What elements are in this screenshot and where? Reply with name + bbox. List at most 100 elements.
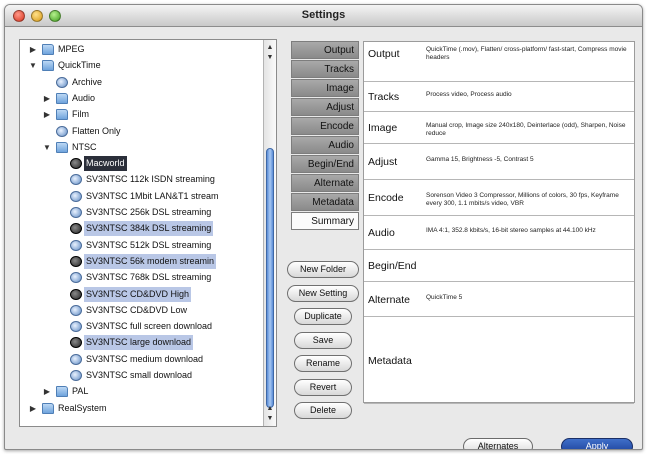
action-buttons: New Folder New Setting Duplicate Save Re…	[287, 261, 359, 426]
folder-icon	[56, 386, 68, 398]
tab-image[interactable]: Image	[291, 79, 359, 97]
tree-setting-row[interactable]: SV3NTSC medium download	[20, 352, 262, 367]
apply-button[interactable]: Apply	[561, 438, 633, 449]
setting-icon	[70, 353, 82, 365]
tab-metadata[interactable]: Metadata	[291, 193, 359, 211]
folder-icon	[42, 44, 54, 55]
tree-setting-row[interactable]: SV3NTSC CD&DVD Low	[20, 303, 262, 318]
tab-tracks[interactable]: Tracks	[291, 60, 359, 78]
summary-row-encode: Encode Sorenson Video 3 Compressor, Milli…	[364, 180, 634, 216]
setting-icon	[70, 321, 82, 333]
tree-setting-row[interactable]: Archive	[20, 75, 262, 90]
tree-item-label: SV3NTSC large download	[84, 335, 194, 351]
summary-value: Manual crop, Image size 240x180, Deinter…	[426, 122, 626, 137]
tree-setting-row[interactable]: SV3NTSC full screen download	[20, 319, 262, 334]
setting-icon	[70, 304, 82, 316]
revert-button[interactable]: Revert	[294, 378, 352, 396]
disclosure-open-icon[interactable]: ▼	[42, 140, 52, 155]
summary-value: QuickTime 5	[426, 293, 463, 301]
setting-icon	[70, 207, 82, 218]
summary-row-audio: Audio IMA 4:1, 352.8 kbits/s, 16-bit ster…	[364, 216, 634, 250]
delete-button[interactable]: Delete	[294, 402, 352, 419]
tree-item-label: SV3NTSC small download	[86, 370, 193, 380]
tree-folder-row[interactable]: ▶ Audio	[20, 91, 262, 106]
tree-setting-row[interactable]: SV3NTSC 112k ISDN streaming	[20, 172, 262, 187]
tree-item-label: SV3NTSC 56k modem streamin	[84, 253, 217, 269]
tab-summary[interactable]: Summary	[291, 212, 359, 230]
tree-setting-row[interactable]: SV3NTSC CD&DVD High	[20, 286, 262, 302]
disclosure-closed-icon[interactable]: ▶	[42, 91, 52, 106]
alternates-button[interactable]: Alternates	[463, 438, 533, 449]
disclosure-closed-icon[interactable]: ▶	[28, 401, 38, 416]
tree-item-label: MPEG	[58, 44, 85, 54]
disclosure-closed-icon[interactable]: ▶	[42, 107, 52, 122]
setting-icon	[56, 76, 68, 88]
setting-icon	[70, 288, 82, 300]
tree-setting-row[interactable]: SV3NTSC 384k DSL streaming	[20, 221, 262, 237]
disclosure-open-icon[interactable]: ▼	[28, 58, 38, 73]
folder-icon	[56, 141, 68, 153]
setting-icon	[70, 272, 82, 284]
scroll-thumb[interactable]	[266, 148, 274, 408]
tree-item-label: Archive	[72, 76, 103, 87]
tree-scrollbar[interactable]: ▲ ▼ ▲ ▼	[263, 40, 276, 426]
scroll-down-arrow-bottom-icon[interactable]: ▼	[264, 413, 276, 424]
tree-setting-row[interactable]: SV3NTSC 256k DSL streaming	[20, 205, 262, 220]
summary-row-tracks: Tracks Process video, Process audio	[364, 82, 634, 112]
tree-item-label: Film	[72, 109, 89, 120]
summary-key: Output	[368, 48, 400, 60]
tree-item-label: SV3NTSC 256k DSL streaming	[86, 207, 212, 217]
tree-folder-row[interactable]: ▶ PAL	[20, 384, 262, 399]
tab-beginend[interactable]: Begin/End	[291, 155, 359, 173]
new-folder-button[interactable]: New Folder	[287, 261, 359, 278]
tab-encode[interactable]: Encode	[291, 117, 359, 135]
title-bar: Settings	[5, 5, 642, 27]
tab-audio[interactable]: Audio	[291, 136, 359, 154]
summary-panel: Output QuickTime (.mov), Flatten/ cross-p…	[363, 41, 635, 404]
setting-icon	[56, 125, 68, 137]
tree-item-label: SV3NTSC 768k DSL streaming	[86, 272, 212, 283]
settings-tree[interactable]: ▶ MPEG ▼ QuickTime Archive ▶ Audio ▶ Film Flatten…	[19, 39, 277, 427]
disclosure-closed-icon[interactable]: ▶	[42, 384, 52, 399]
tree-setting-row[interactable]: SV3NTSC 1Mbit LAN&T1 stream	[20, 189, 262, 204]
disclosure-closed-icon[interactable]: ▶	[28, 42, 38, 57]
tree-item-label: SV3NTSC CD&DVD Low	[86, 304, 188, 315]
summary-key: Begin/End	[368, 260, 417, 272]
folder-icon	[42, 402, 54, 414]
scroll-down-arrow-icon[interactable]: ▼	[264, 52, 276, 63]
new-setting-button[interactable]: New Setting	[287, 284, 359, 302]
tab-alternate[interactable]: Alternate	[291, 174, 359, 192]
summary-key: Adjust	[368, 156, 398, 168]
tree-setting-row[interactable]: SV3NTSC 56k modem streamin	[20, 253, 262, 269]
rename-button[interactable]: Rename	[294, 355, 352, 372]
duplicate-button[interactable]: Duplicate	[294, 308, 352, 325]
tree-setting-row[interactable]: SV3NTSC 768k DSL streaming	[20, 270, 262, 285]
setting-icon	[70, 174, 82, 186]
tree-item-label: SV3NTSC 512k DSL streaming	[86, 239, 212, 250]
tree-setting-row[interactable]: Macworld	[20, 156, 262, 172]
setting-icon	[70, 370, 82, 381]
tree-setting-row[interactable]: SV3NTSC small download	[20, 368, 262, 383]
summary-value: QuickTime (.mov), Flatten/ cross-platfor…	[426, 46, 627, 61]
tree-list[interactable]: ▶ MPEG ▼ QuickTime Archive ▶ Audio ▶ Film Flatten…	[20, 42, 262, 426]
tree-item-label: SV3NTSC 112k ISDN streaming	[86, 174, 215, 185]
summary-key: Tracks	[368, 91, 400, 103]
tree-folder-row[interactable]: ▶ MPEG	[20, 42, 262, 57]
tree-folder-row[interactable]: ▼ QuickTime	[20, 58, 262, 73]
settings-tabs: Output Tracks Image Adjust Encode Audio Begin/…	[291, 41, 359, 231]
tree-folder-row[interactable]: ▶ RealSystem	[20, 401, 262, 416]
summary-key: Audio	[368, 227, 395, 239]
tree-folder-row[interactable]: ▶ Film	[20, 107, 262, 122]
setting-icon	[70, 190, 82, 202]
tree-setting-row[interactable]: SV3NTSC 512k DSL streaming	[20, 238, 262, 253]
tab-adjust[interactable]: Adjust	[291, 98, 359, 116]
tree-setting-row[interactable]: Flatten Only	[20, 124, 262, 139]
tab-output[interactable]: Output	[291, 41, 359, 59]
tree-folder-row[interactable]: ▼ NTSC	[20, 140, 262, 155]
save-button[interactable]: Save	[294, 331, 352, 349]
summary-row-metadata: Metadata	[364, 317, 634, 404]
setting-icon	[70, 337, 82, 349]
settings-window: Settings ▶ MPEG ▼ QuickTime Archive ▶ Audio ▶ Fi…	[4, 4, 643, 450]
tree-setting-row[interactable]: SV3NTSC large download	[20, 335, 262, 351]
summary-row-image: Image Manual crop, Image size 240x180, De…	[364, 112, 634, 144]
